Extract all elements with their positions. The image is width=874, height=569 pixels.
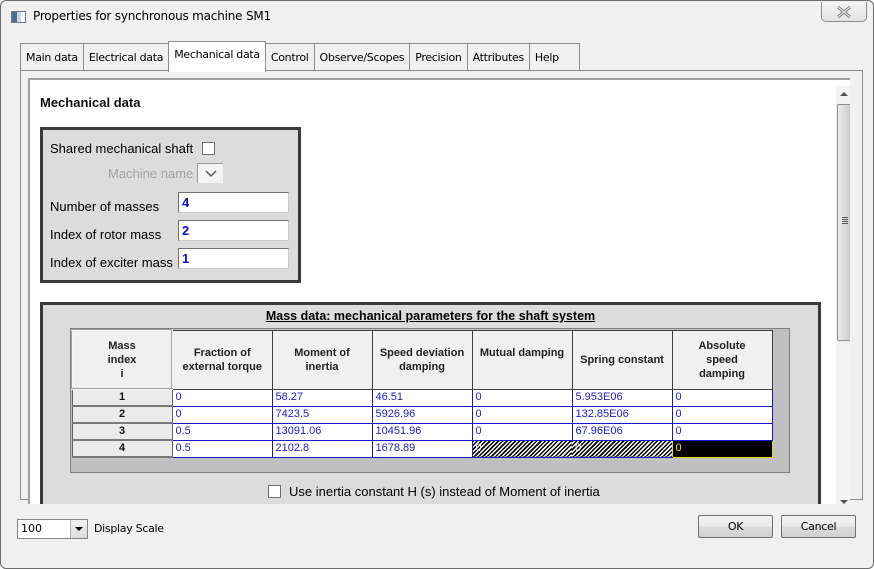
tab-precision[interactable]: Precision bbox=[409, 43, 468, 71]
shared-shaft-checkbox[interactable] bbox=[202, 142, 215, 155]
number-of-masses-label: Number of masses bbox=[50, 199, 160, 214]
inertia-cell[interactable]: 2102.8 bbox=[271, 439, 373, 458]
row-index-cell[interactable]: 2 bbox=[71, 405, 173, 424]
vertical-scrollbar[interactable] bbox=[836, 86, 850, 504]
tab-control[interactable]: Control bbox=[264, 43, 315, 71]
inertia-cell[interactable]: 7423.5 bbox=[271, 405, 373, 424]
spring-constant-cell-disabled: 0 bbox=[572, 439, 672, 458]
app-icon bbox=[11, 11, 26, 23]
table-header-row: Mass index i Fraction of external torque… bbox=[71, 329, 773, 390]
absolute-damping-cell[interactable]: 0 bbox=[671, 422, 773, 441]
fraction-cell[interactable]: 0.5 bbox=[171, 422, 273, 441]
grip-icon bbox=[842, 217, 848, 225]
table-row: 1 0 58.27 46.51 0 5.953E06 0 bbox=[71, 388, 773, 407]
display-scale-label: Display Scale bbox=[94, 522, 164, 535]
inertia-cell[interactable]: 58.27 bbox=[271, 388, 373, 407]
mass-data-group: Mass data: mechanical parameters for the… bbox=[40, 302, 821, 504]
column-header-spring-constant[interactable]: Spring constant bbox=[571, 329, 673, 390]
row-index-cell[interactable]: 3 bbox=[71, 422, 173, 441]
section-title: Mechanical data bbox=[40, 95, 141, 110]
rotor-mass-input[interactable] bbox=[178, 220, 289, 241]
mechanical-data-panel: Mechanical data Shared mechanical shaft … bbox=[20, 70, 863, 504]
speed-damping-cell[interactable]: 5926.96 bbox=[371, 405, 473, 424]
ok-button[interactable]: OK bbox=[698, 515, 773, 538]
use-inertia-constant-checkbox[interactable] bbox=[268, 485, 281, 498]
tab-observe-scopes[interactable]: Observe/Scopes bbox=[313, 43, 411, 71]
absolute-damping-cell[interactable]: 0 bbox=[671, 388, 773, 407]
spring-constant-cell[interactable]: 5.953E06 bbox=[571, 388, 673, 407]
speed-damping-cell[interactable]: 46.51 bbox=[371, 388, 473, 407]
machine-name-select[interactable] bbox=[197, 163, 223, 183]
scrollbar-thumb[interactable] bbox=[837, 104, 850, 341]
table-row: 4 0.5 2102.8 1678.89 0 0 0 bbox=[71, 439, 773, 458]
tab-electrical-data[interactable]: Electrical data bbox=[82, 43, 170, 71]
mutual-damping-cell[interactable]: 0 bbox=[471, 422, 573, 441]
spring-constant-cell[interactable]: 67.96E06 bbox=[571, 422, 673, 441]
table-row: 2 0 7423.5 5926.96 0 132.85E06 0 bbox=[71, 405, 773, 424]
absolute-damping-cell-selected[interactable]: 0 bbox=[671, 439, 773, 458]
column-header-absolute-damping[interactable]: Absolute speed damping bbox=[671, 329, 773, 390]
table-row: 3 0.5 13091.06 10451.96 0 67.96E06 0 bbox=[71, 422, 773, 441]
chevron-down-icon bbox=[204, 169, 217, 177]
tab-main-data[interactable]: Main data bbox=[20, 43, 84, 71]
scroll-area: Mechanical data Shared mechanical shaft … bbox=[28, 78, 850, 504]
column-header-inertia[interactable]: Moment of inertia bbox=[271, 329, 373, 390]
tab-bar: Main data Electrical data Mechanical dat… bbox=[20, 41, 580, 72]
inertia-cell[interactable]: 13091.06 bbox=[271, 422, 373, 441]
mutual-damping-cell-disabled: 0 bbox=[472, 439, 572, 458]
mutual-damping-cell[interactable]: 0 bbox=[471, 388, 573, 407]
mass-data-table: Mass index i Fraction of external torque… bbox=[71, 329, 773, 458]
spring-constant-cell[interactable]: 132.85E06 bbox=[571, 405, 673, 424]
absolute-damping-cell[interactable]: 0 bbox=[671, 405, 773, 424]
column-header-mass-index[interactable]: Mass index i bbox=[71, 329, 173, 390]
tab-help[interactable]: Help bbox=[528, 43, 580, 71]
shared-shaft-label: Shared mechanical shaft bbox=[50, 141, 194, 156]
fraction-cell[interactable]: 0.5 bbox=[171, 439, 273, 458]
speed-damping-cell[interactable]: 1678.89 bbox=[371, 439, 473, 458]
machine-name-label: Machine name bbox=[108, 166, 194, 181]
exciter-mass-label: Index of exciter mass bbox=[50, 255, 173, 270]
column-header-mutual-damping[interactable]: Mutual damping bbox=[471, 329, 573, 390]
use-inertia-constant-option[interactable]: Use inertia constant H (s) instead of Mo… bbox=[268, 484, 600, 499]
rotor-mass-label: Index of rotor mass bbox=[50, 227, 162, 242]
speed-damping-cell[interactable]: 10451.96 bbox=[371, 422, 473, 441]
fraction-cell[interactable]: 0 bbox=[171, 388, 273, 407]
display-scale-select[interactable]: 100 bbox=[17, 519, 88, 539]
mass-data-title: Mass data: mechanical parameters for the… bbox=[265, 309, 596, 323]
exciter-mass-input[interactable] bbox=[178, 248, 289, 269]
tab-mechanical-data[interactable]: Mechanical data bbox=[168, 41, 266, 72]
shaft-settings-group: Shared mechanical shaft Machine name Num… bbox=[40, 127, 301, 283]
close-icon bbox=[837, 5, 851, 18]
mass-data-grid: Mass index i Fraction of external torque… bbox=[70, 328, 790, 473]
row-index-cell[interactable]: 1 bbox=[71, 388, 173, 407]
close-button[interactable] bbox=[821, 2, 867, 22]
dropdown-arrow-icon[interactable] bbox=[70, 520, 87, 538]
column-header-speed-damping[interactable]: Speed deviation damping bbox=[371, 329, 473, 390]
fraction-cell[interactable]: 0 bbox=[171, 405, 273, 424]
mutual-damping-cell[interactable]: 0 bbox=[471, 405, 573, 424]
properties-dialog: Properties for synchronous machine SM1 M… bbox=[0, 0, 874, 569]
window-title: Properties for synchronous machine SM1 bbox=[33, 9, 271, 23]
number-of-masses-input[interactable] bbox=[178, 192, 289, 213]
row-index-cell[interactable]: 4 bbox=[71, 439, 173, 458]
column-header-fraction[interactable]: Fraction of external torque bbox=[171, 329, 273, 390]
tab-attributes[interactable]: Attributes bbox=[466, 43, 530, 71]
scroll-down-arrow-icon[interactable] bbox=[840, 500, 848, 504]
title-bar: Properties for synchronous machine SM1 bbox=[1, 1, 873, 31]
display-scale-value: 100 bbox=[21, 522, 42, 535]
use-inertia-constant-label: Use inertia constant H (s) instead of Mo… bbox=[289, 484, 600, 499]
scroll-up-arrow-icon[interactable] bbox=[840, 92, 848, 96]
cancel-button[interactable]: Cancel bbox=[781, 515, 856, 538]
